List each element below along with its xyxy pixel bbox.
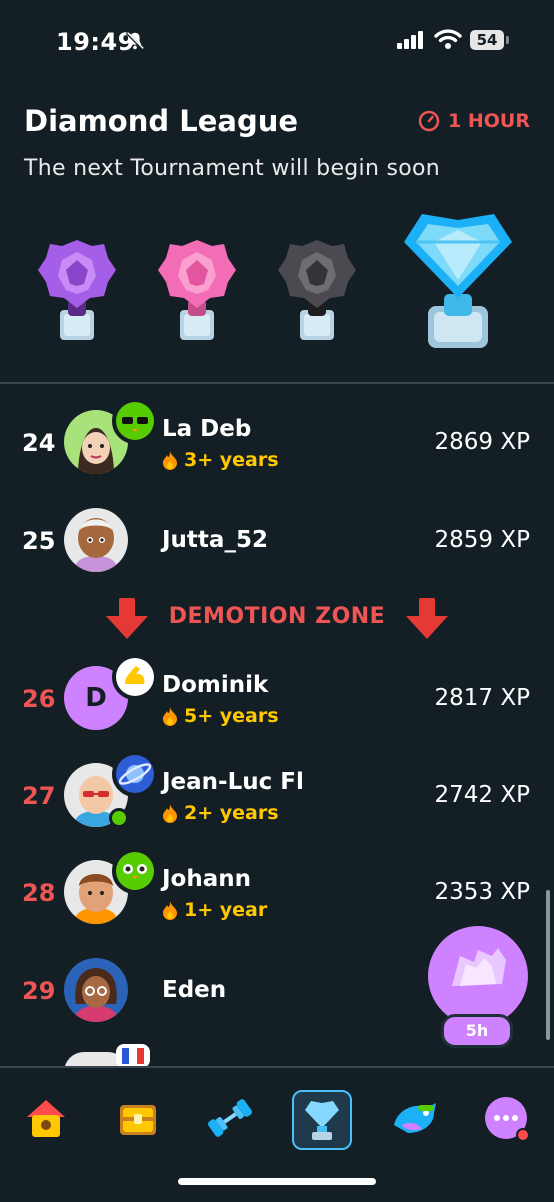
- rank-number: 29: [22, 977, 56, 1005]
- xp-value: 2859 XP: [434, 527, 530, 553]
- league-timer: 1 HOUR: [418, 110, 530, 132]
- demotion-zone-label: DEMOTION ZONE: [168, 604, 386, 629]
- streak-label: 3+ years: [184, 449, 279, 471]
- rank-number: 28: [22, 879, 56, 907]
- flame-icon: [163, 451, 177, 470]
- xp-value: 2869 XP: [434, 429, 530, 455]
- header-divider: [0, 382, 554, 384]
- rank-number: 26: [22, 685, 56, 713]
- league-subtitle: The next Tournament will begin soon: [24, 156, 441, 181]
- more-icon: [485, 1097, 530, 1142]
- amethyst-trophy-icon[interactable]: [36, 236, 118, 344]
- online-status-dot: [109, 808, 129, 828]
- user-name: Johann: [162, 866, 252, 892]
- trophy-icon: [305, 1101, 339, 1140]
- streak-label: 2+ years: [184, 802, 279, 824]
- user-name: La Deb: [162, 416, 252, 442]
- avatar: [64, 958, 128, 1022]
- diamond-trophy-icon[interactable]: [398, 206, 518, 352]
- dumbbell-icon: [207, 1099, 253, 1137]
- tab-practice[interactable]: [200, 1088, 260, 1148]
- leaderboard-row[interactable]: 27 Jean-Luc Fl 2+ years 2742 XP: [0, 751, 554, 841]
- arrow-down-icon: [406, 598, 448, 639]
- owl-badge-icon: [112, 848, 158, 894]
- chest-icon: [120, 1105, 156, 1135]
- tab-quests[interactable]: [108, 1088, 168, 1148]
- leaderboard-row[interactable]: 25 Jutta_52 2859 XP: [0, 496, 554, 586]
- scrollbar[interactable]: [546, 890, 550, 1040]
- leaderboard-row[interactable]: 24 La Deb 3+ years 2869 XP: [0, 398, 554, 488]
- pearl-trophy-icon[interactable]: [156, 236, 238, 344]
- avatar-letter: D: [85, 683, 107, 713]
- league-title: Diamond League: [24, 104, 299, 138]
- user-name: Eden: [162, 977, 227, 1003]
- obsidian-trophy-icon[interactable]: [276, 236, 358, 344]
- streak-info: 5+ years: [162, 705, 279, 727]
- user-name: Jean-Luc Fl: [162, 769, 304, 795]
- xp-value: 2353 XP: [434, 879, 530, 905]
- french-flag-badge-icon: [116, 1044, 150, 1068]
- xp-value: 2742 XP: [434, 782, 530, 808]
- leaderboard-row[interactable]: 26 D Dominik 5+ years 2817 XP: [0, 654, 554, 744]
- rank-number: 24: [22, 429, 56, 457]
- flame-icon: [163, 707, 177, 726]
- tab-leagues[interactable]: [292, 1090, 352, 1150]
- streak-label: 1+ year: [184, 899, 268, 921]
- flame-icon: [163, 901, 177, 920]
- rank-number: 27: [22, 782, 56, 810]
- status-bar: 19:49 54: [0, 0, 554, 80]
- battery-tip: [506, 36, 509, 44]
- streak-info: 1+ year: [162, 899, 267, 921]
- user-name: Jutta_52: [162, 527, 268, 553]
- tab-super[interactable]: [384, 1088, 444, 1148]
- galaxy-ring-badge-icon: [112, 751, 158, 797]
- tab-home[interactable]: [16, 1088, 76, 1148]
- xp-value: 2817 XP: [434, 685, 530, 711]
- avatar: [64, 508, 128, 572]
- wifi-icon: [434, 29, 462, 49]
- user-name: Dominik: [162, 672, 269, 698]
- battery-indicator: 54: [470, 30, 504, 50]
- streak-label: 5+ years: [184, 705, 279, 727]
- flexed-arm-badge-icon: [112, 654, 158, 700]
- bird-icon: [394, 1103, 436, 1133]
- bell-muted-icon: [125, 31, 145, 51]
- stopwatch-icon: [418, 110, 440, 132]
- house-icon: [27, 1100, 65, 1137]
- rank-number: 25: [22, 527, 56, 555]
- leaderboard-row[interactable]: 28 Johann 1+ year 2353 XP: [0, 848, 554, 938]
- demotion-zone-divider: DEMOTION ZONE: [0, 596, 554, 646]
- league-timer-label: 1 HOUR: [448, 110, 530, 132]
- chest-timer-badge: 5h: [441, 1014, 513, 1048]
- home-indicator: [178, 1178, 376, 1185]
- cellular-signal-icon: [397, 31, 423, 49]
- tab-more[interactable]: [476, 1088, 536, 1148]
- flame-icon: [163, 804, 177, 823]
- owl-sunglasses-badge-icon: [112, 398, 158, 444]
- streak-info: 3+ years: [162, 449, 279, 471]
- streak-info: 2+ years: [162, 802, 279, 824]
